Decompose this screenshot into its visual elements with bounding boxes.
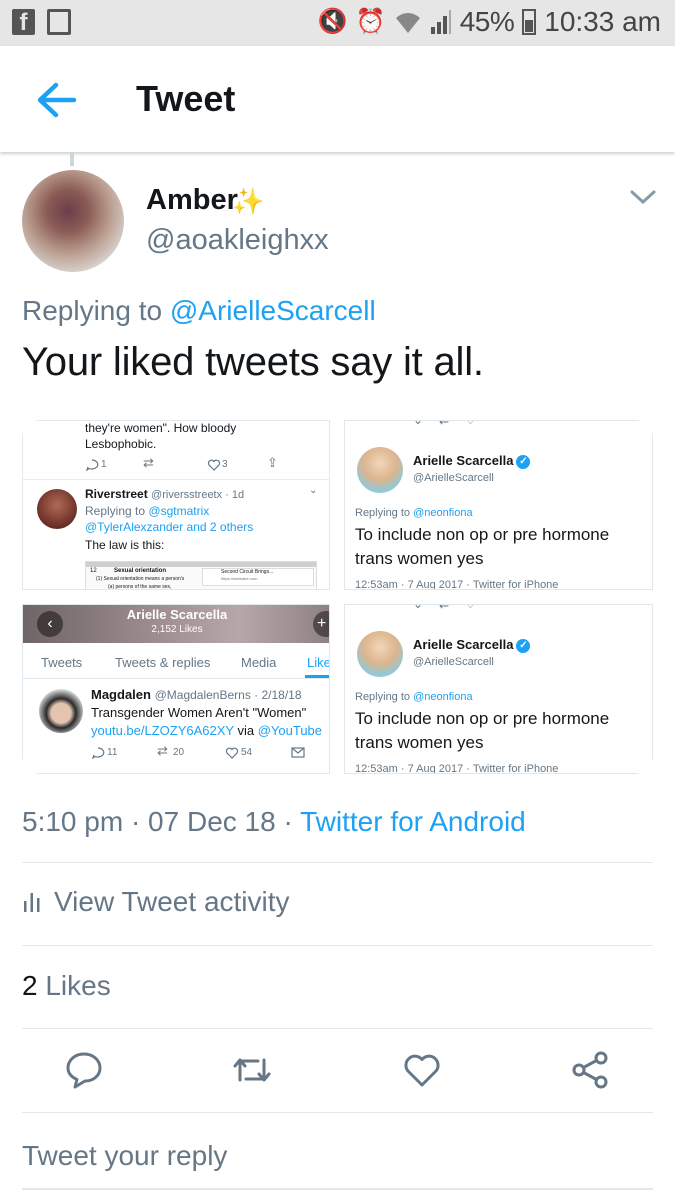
media-grid: they're women". How bloody Lesbophobic. … xyxy=(22,420,653,774)
document-screenshot: 12 Sexual orientation (1) Sexual orienta… xyxy=(85,561,317,589)
chevron-down-icon[interactable] xyxy=(628,186,658,208)
tweet-source-link[interactable]: Twitter for Android xyxy=(300,806,526,837)
reply-icon xyxy=(86,459,99,471)
reply-input-underline xyxy=(22,1188,653,1190)
message-icon xyxy=(291,747,305,758)
battery-icon xyxy=(522,9,537,35)
heart-icon xyxy=(207,459,221,471)
thread-connector xyxy=(70,152,74,166)
alarm-icon: ⏰ xyxy=(355,8,386,35)
verified-icon: ✓ xyxy=(516,455,531,469)
arielle-avatar xyxy=(357,631,403,677)
riverstreet-avatar xyxy=(37,489,77,529)
view-activity-button[interactable]: View Tweet activity xyxy=(22,886,290,918)
chevron-down-icon: ⌄ xyxy=(309,485,318,496)
sparkles-icon: ✨ xyxy=(232,186,265,216)
media-image-3[interactable]: ‹ Arielle Scarcella 2,152 Likes + Tweets… xyxy=(22,604,330,774)
action-icons-cropped: ⌄⇄♡⋯ xyxy=(413,420,520,427)
page-title: Tweet xyxy=(136,78,236,119)
retweet-icon: ⇄ xyxy=(143,455,154,470)
reply-icon xyxy=(92,747,105,759)
media-image-2[interactable]: ⌄⇄♡⋯ Arielle Scarcella ✓ @ArielleScarcell… xyxy=(344,420,653,590)
mute-icon: 🔇 xyxy=(317,8,348,35)
magdalen-avatar xyxy=(39,689,83,733)
heart-icon xyxy=(225,747,239,759)
reply-input[interactable]: Tweet your reply xyxy=(22,1140,227,1172)
media-image-1[interactable]: they're women". How bloody Lesbophobic. … xyxy=(22,420,330,590)
author-handle[interactable]: @aoakleighxx xyxy=(146,224,329,257)
action-icons-cropped: ⌄⇄♡⋯ xyxy=(413,604,520,611)
arielle-avatar xyxy=(357,447,403,493)
wifi-icon xyxy=(395,13,420,33)
back-arrow-icon[interactable] xyxy=(34,80,78,120)
reply-icon[interactable] xyxy=(64,1050,104,1090)
app-header: Tweet xyxy=(0,46,675,152)
signal-icon xyxy=(430,10,451,34)
status-bar: f 🔇 ⏰ 45% 10:33 am xyxy=(0,0,675,46)
profile-banner: ‹ Arielle Scarcella 2,152 Likes + xyxy=(23,605,329,643)
avatar[interactable] xyxy=(22,170,124,272)
clock: 10:33 am xyxy=(544,6,661,37)
profile-tabs: Tweets Tweets & replies Media Like xyxy=(23,643,329,679)
share-icon[interactable] xyxy=(570,1050,610,1090)
analytics-icon xyxy=(24,893,40,912)
replying-to: Replying to @ArielleScarcell xyxy=(22,295,376,326)
replying-to-link[interactable]: @ArielleScarcell xyxy=(170,295,376,326)
battery-percent: 45% xyxy=(459,6,515,37)
author-name[interactable]: Amber xyxy=(146,184,238,217)
retweet-icon[interactable] xyxy=(232,1050,272,1090)
tweet-text: Your liked tweets say it all. xyxy=(22,340,484,384)
tweet-timestamp: 5:10 pm · 07 Dec 18 · Twitter for Androi… xyxy=(22,806,526,837)
retweet-icon: ⇄ xyxy=(157,743,168,758)
share-icon: ⇪ xyxy=(267,455,278,470)
action-bar xyxy=(0,1050,675,1100)
facebook-notification-icon: f xyxy=(12,9,35,36)
gallery-notification-icon xyxy=(47,9,71,35)
verified-icon: ✓ xyxy=(516,639,531,653)
like-heart-icon[interactable] xyxy=(402,1050,442,1090)
media-image-4[interactable]: ⌄⇄♡⋯ Arielle Scarcella ✓ @ArielleScarcell… xyxy=(344,604,653,774)
likes-count[interactable]: 2 Likes xyxy=(22,970,111,1002)
